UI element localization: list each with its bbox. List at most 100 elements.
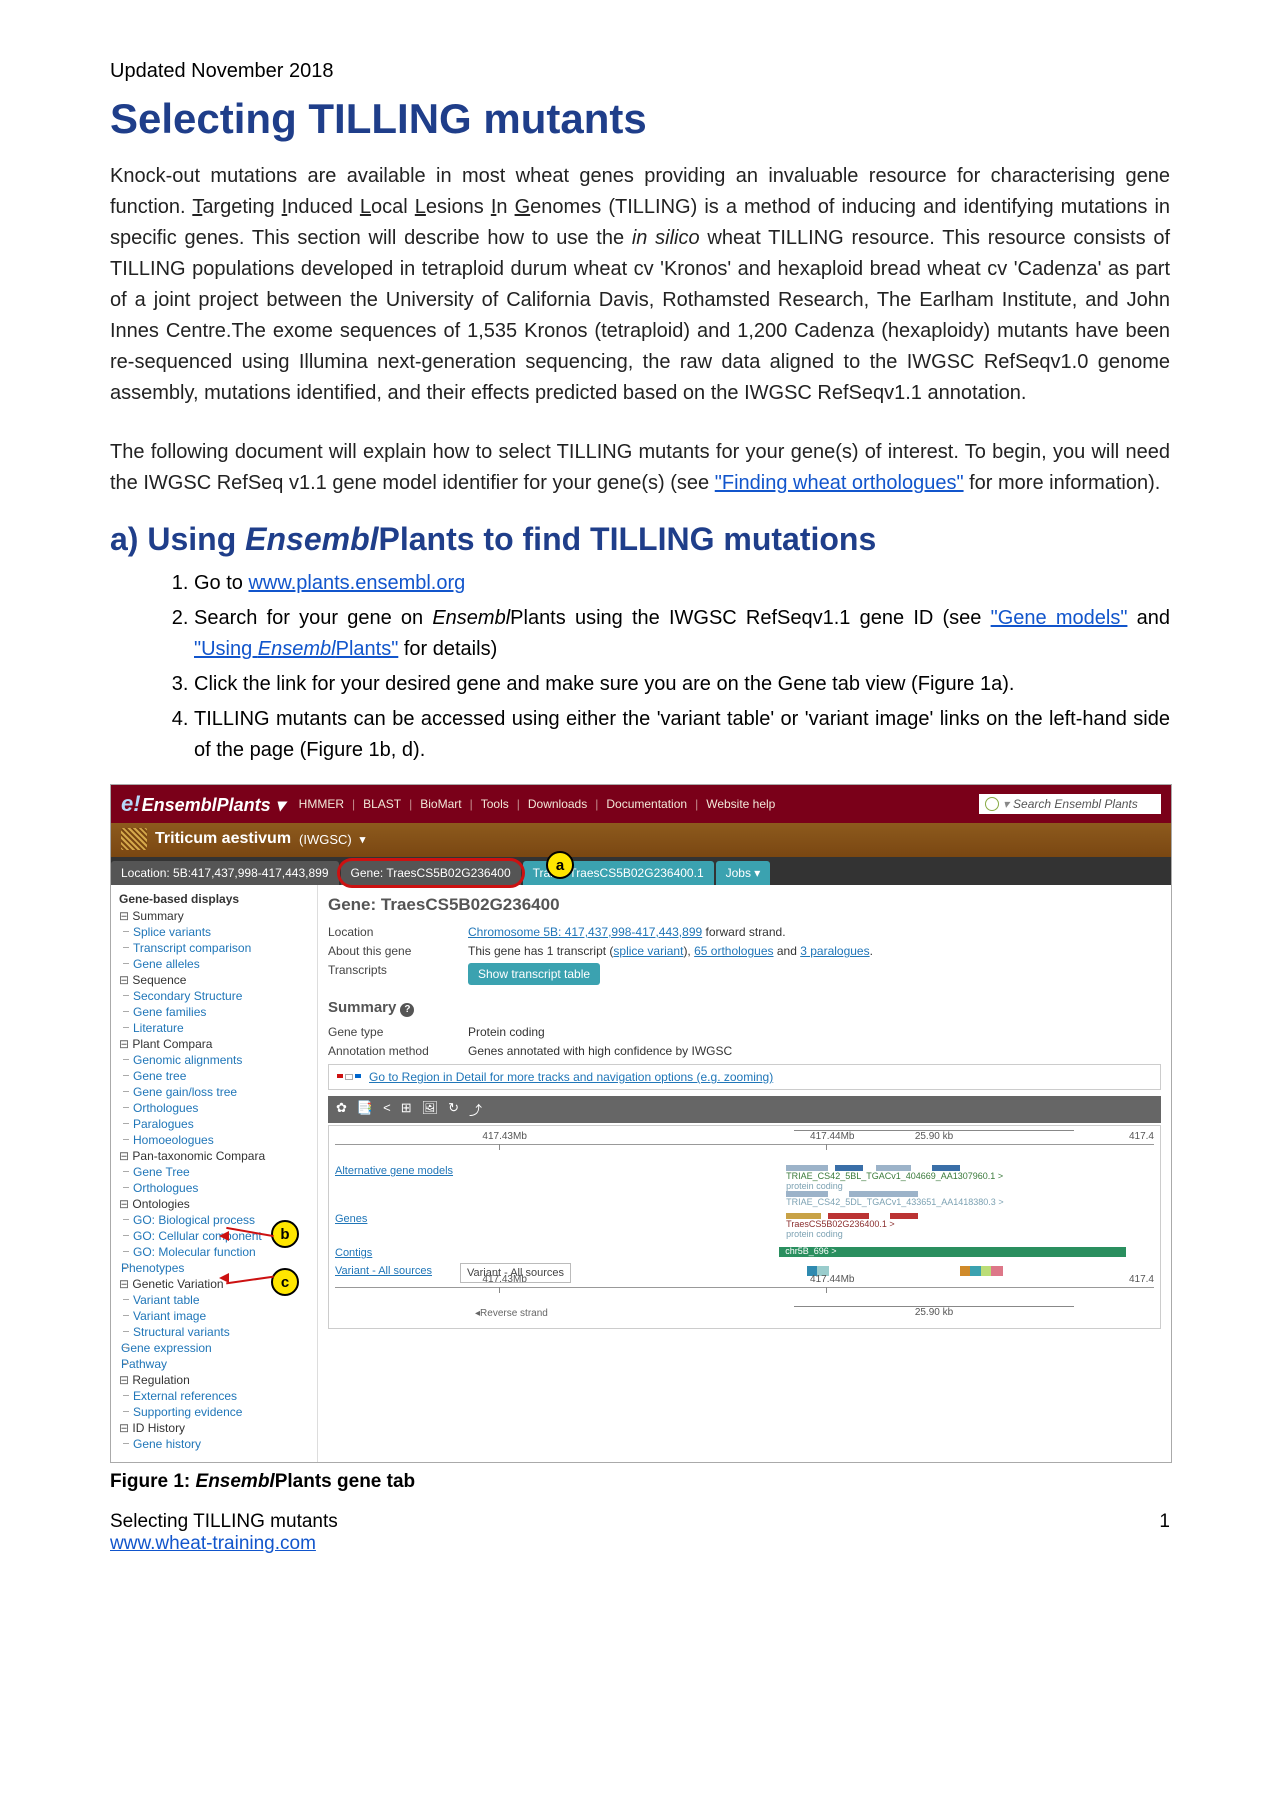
sidebar-regulation-root[interactable]: Regulation: [119, 1372, 309, 1388]
sidebar-external-references[interactable]: External references: [119, 1388, 309, 1404]
gene-type-value: Protein coding: [468, 1025, 545, 1039]
alt-model-2[interactable]: TRIAE_CS42_5DL_TGACv1_433651_AA1418380.3…: [786, 1197, 1003, 1207]
track-alt-gene-models[interactable]: Alternative gene models: [335, 1163, 460, 1177]
tool-zoom-icon[interactable]: ⊞: [401, 1100, 412, 1119]
finding-orthologues-link[interactable]: "Finding wheat orthologues": [715, 472, 964, 494]
region-bar: Go to Region in Detail for more tracks a…: [328, 1064, 1161, 1090]
sidebar-structural-variants[interactable]: Structural variants: [119, 1324, 309, 1340]
sidebar-genomic-alignments[interactable]: Genomic alignments: [119, 1052, 309, 1068]
sidebar-pan-compara-root[interactable]: Pan-taxonomic Compara: [119, 1148, 309, 1164]
section-a-heading: a) Using EnsemblPlants to find TILLING m…: [110, 521, 1170, 558]
reverse-strand-label: ◂Reverse strand: [475, 1308, 548, 1319]
sidebar-literature[interactable]: Literature: [119, 1020, 309, 1036]
tool-reload-icon[interactable]: ↻: [448, 1100, 459, 1119]
menu-documentation[interactable]: Documentation: [606, 797, 687, 811]
track-contigs[interactable]: Contigs: [335, 1245, 460, 1259]
species-bar[interactable]: Triticum aestivum (IWGSC) ▾: [111, 823, 1171, 857]
help-icon[interactable]: ?: [400, 1003, 414, 1017]
sidebar-id-history-root[interactable]: ID History: [119, 1420, 309, 1436]
tool-image-icon[interactable]: 🖼: [422, 1100, 439, 1119]
menu-hmmer[interactable]: HMMER: [299, 797, 344, 811]
sidebar-homoeologues[interactable]: Homoeologues: [119, 1132, 309, 1148]
gene-models-link[interactable]: "Gene models": [991, 607, 1128, 629]
using-ensembl-plants-link[interactable]: "Using EnsemblPlants": [194, 638, 398, 660]
sidebar-ontologies-root[interactable]: Ontologies: [119, 1196, 309, 1212]
updated-date: Updated November 2018: [110, 60, 1170, 83]
orthologues-link[interactable]: 65 orthologues: [694, 944, 773, 958]
ruler-top: 417.43Mb 417.44Mb 417.4: [335, 1144, 1154, 1159]
sidebar-gene-history[interactable]: Gene history: [119, 1436, 309, 1452]
track-toolbar: ✿ 📑 < ⊞ 🖼 ↻ ⤴: [328, 1096, 1161, 1123]
gene-model-1[interactable]: TraesCS5B02G236400.1 >: [786, 1219, 895, 1229]
step-4: TILLING mutants can be accessed using ei…: [194, 704, 1170, 766]
page-number: 1: [1159, 1511, 1170, 1555]
sidebar-gene-gain-loss[interactable]: Gene gain/loss tree: [119, 1084, 309, 1100]
sidebar-splice-variants[interactable]: Splice variants: [119, 924, 309, 940]
annotation-method-value: Genes annotated with high confidence by …: [468, 1044, 732, 1058]
menu-blast[interactable]: BLAST: [363, 797, 401, 811]
ensembl-logo: e!EnsemblPlants ▾: [121, 791, 285, 817]
track-genes[interactable]: Genes: [335, 1211, 460, 1225]
step-1: Go to www.plants.ensembl.org: [194, 568, 1170, 599]
alt-model-1[interactable]: TRIAE_CS42_5BL_TGACv1_404669_AA1307960.1…: [786, 1171, 1003, 1181]
region-detail-link[interactable]: Go to Region in Detail for more tracks a…: [369, 1070, 773, 1084]
menu-help[interactable]: Website help: [706, 797, 775, 811]
sidebar-pan-orthologues[interactable]: Orthologues: [119, 1180, 309, 1196]
gene-heading: Gene: TraesCS5B02G236400: [328, 895, 1161, 915]
location-label: Location: [328, 925, 468, 939]
summary-heading: Summary?: [328, 999, 1161, 1017]
tool-bookmark-icon[interactable]: 📑: [357, 1100, 373, 1119]
tab-jobs[interactable]: Jobs ▾: [716, 861, 771, 885]
sidebar-gene-families[interactable]: Gene families: [119, 1004, 309, 1020]
paralogues-link[interactable]: 3 paralogues: [800, 944, 869, 958]
sidebar-pathway[interactable]: Pathway: [119, 1356, 309, 1372]
sidebar-variant-image[interactable]: Variant image: [119, 1308, 309, 1324]
footer-title: Selecting TILLING mutants: [110, 1511, 338, 1533]
tool-share-icon[interactable]: <: [383, 1100, 391, 1119]
steps-list: Go to www.plants.ensembl.org Search for …: [110, 568, 1170, 766]
menu-downloads[interactable]: Downloads: [528, 797, 587, 811]
annotation-method-label: Annotation method: [328, 1044, 468, 1058]
top-menu: HMMER| BLAST| BioMart| Tools| Downloads|…: [299, 797, 776, 811]
step-2: Search for your gene on EnsemblPlants us…: [194, 603, 1170, 665]
menu-tools[interactable]: Tools: [481, 797, 509, 811]
menu-biomart[interactable]: BioMart: [420, 797, 461, 811]
search-icon: [985, 797, 999, 811]
figure-1-screenshot: e!EnsemblPlants ▾ HMMER| BLAST| BioMart|…: [110, 784, 1172, 1463]
arrow-c-head: [219, 1273, 229, 1283]
arrow-b-head: [219, 1231, 229, 1241]
tab-location[interactable]: Location: 5B:417,437,998-417,443,899: [111, 861, 339, 885]
sidebar-transcript-comparison[interactable]: Transcript comparison: [119, 940, 309, 956]
sidebar-summary-root[interactable]: Summary: [119, 908, 309, 924]
track-variants[interactable]: Variant - All sources: [335, 1263, 460, 1277]
sidebar-gene-alleles[interactable]: Gene alleles: [119, 956, 309, 972]
tabs-row: Location: 5B:417,437,998-417,443,899 Gen…: [111, 857, 1171, 885]
wheat-icon: [121, 828, 147, 850]
about-label: About this gene: [328, 944, 468, 958]
splice-variant-link[interactable]: splice variant: [613, 944, 683, 958]
sidebar-gene-expression[interactable]: Gene expression: [119, 1340, 309, 1356]
sidebar-orthologues[interactable]: Orthologues: [119, 1100, 309, 1116]
ensembl-plants-link[interactable]: www.plants.ensembl.org: [248, 572, 465, 594]
search-input[interactable]: ▾ Search Ensembl Plants: [979, 794, 1161, 814]
sidebar-paralogues[interactable]: Paralogues: [119, 1116, 309, 1132]
sidebar-gene-tree[interactable]: Gene tree: [119, 1068, 309, 1084]
paragraph-2: The following document will explain how …: [110, 437, 1170, 499]
sidebar-secondary-structure[interactable]: Secondary Structure: [119, 988, 309, 1004]
footer-link[interactable]: www.wheat-training.com: [110, 1533, 316, 1554]
tab-gene[interactable]: Gene: TraesCS5B02G236400: [341, 861, 521, 885]
sidebar-supporting-evidence[interactable]: Supporting evidence: [119, 1404, 309, 1420]
page-footer: Selecting TILLING mutants www.wheat-trai…: [110, 1511, 1170, 1555]
gene-type-label: Gene type: [328, 1025, 468, 1039]
sidebar-sequence-root[interactable]: Sequence: [119, 972, 309, 988]
ensembl-top-bar: e!EnsemblPlants ▾ HMMER| BLAST| BioMart|…: [111, 785, 1171, 823]
show-transcript-table-button[interactable]: Show transcript table: [468, 963, 600, 985]
sidebar-pan-gene-tree[interactable]: Gene Tree: [119, 1164, 309, 1180]
sidebar-plant-compara-root[interactable]: Plant Compara: [119, 1036, 309, 1052]
flag-icon: [337, 1074, 361, 1080]
tool-config-icon[interactable]: ✿: [336, 1100, 347, 1119]
tool-export-icon[interactable]: ⤴: [469, 1100, 482, 1119]
main-panel: Gene: TraesCS5B02G236400 LocationChromos…: [318, 885, 1171, 1462]
location-link[interactable]: Chromosome 5B: 417,437,998-417,443,899: [468, 925, 702, 939]
ruler-bottom: 417.43Mb 417.44Mb 417.4: [335, 1287, 1154, 1302]
